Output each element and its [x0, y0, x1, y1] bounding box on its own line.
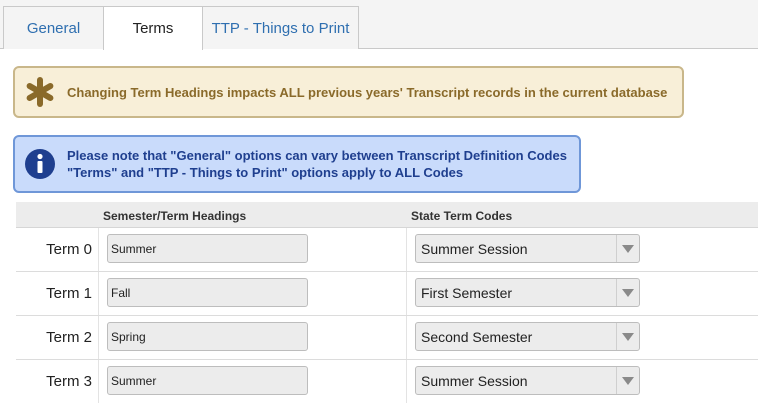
chevron-down-icon[interactable] [622, 333, 634, 341]
chevron-down-icon[interactable] [622, 245, 634, 253]
term-label: Term 1 [46, 285, 92, 302]
select-value: Summer Session [421, 373, 528, 389]
chevron-down-icon[interactable] [622, 377, 634, 385]
term-row-3: Term 3 Summer Session [16, 360, 758, 403]
tab-terms[interactable]: Terms [103, 6, 203, 50]
chevron-down-icon[interactable] [622, 289, 634, 297]
info-text: Please note that "General" options can v… [67, 147, 567, 181]
info-text-line-1: Please note that "General" options can v… [67, 148, 567, 163]
tab-general[interactable]: General [3, 6, 104, 49]
term-headings-grid: Semester/Term Headings State Term Codes … [16, 202, 758, 403]
state-term-code-select[interactable]: First Semester [415, 278, 640, 307]
term-row-2: Term 2 Second Semester [16, 316, 758, 360]
term-row-0: Term 0 Summer Session [16, 228, 758, 272]
term-label: Term 3 [46, 373, 92, 390]
term-heading-input[interactable] [107, 366, 308, 395]
term-label: Term 2 [46, 329, 92, 346]
term-heading-input[interactable] [107, 234, 308, 263]
select-value: Second Semester [421, 329, 533, 345]
tab-things-to-print[interactable]: TTP - Things to Print [202, 6, 359, 49]
warning-alert: Changing Term Headings impacts ALL previ… [13, 66, 684, 118]
column-header-state-codes: State Term Codes [411, 209, 513, 223]
term-row-1: Term 1 First Semester [16, 272, 758, 316]
select-value: First Semester [421, 285, 513, 301]
select-value: Summer Session [421, 241, 528, 257]
select-divider [616, 367, 617, 394]
asterisk-icon [23, 75, 57, 109]
info-text-line-2: "Terms" and "TTP - Things to Print" opti… [67, 165, 464, 180]
select-divider [616, 235, 617, 262]
info-alert: Please note that "General" options can v… [13, 135, 581, 193]
state-term-code-select[interactable]: Summer Session [415, 234, 640, 263]
info-icon [23, 147, 57, 181]
select-divider [616, 279, 617, 306]
tab-bar: General Terms TTP - Things to Print [0, 0, 758, 50]
state-term-code-select[interactable]: Summer Session [415, 366, 640, 395]
grid-header: Semester/Term Headings State Term Codes [16, 202, 758, 228]
term-heading-input[interactable] [107, 322, 308, 351]
term-heading-input[interactable] [107, 278, 308, 307]
term-label: Term 0 [46, 241, 92, 258]
warning-text: Changing Term Headings impacts ALL previ… [67, 84, 668, 100]
state-term-code-select[interactable]: Second Semester [415, 322, 640, 351]
select-divider [616, 323, 617, 350]
column-header-headings: Semester/Term Headings [103, 209, 247, 223]
